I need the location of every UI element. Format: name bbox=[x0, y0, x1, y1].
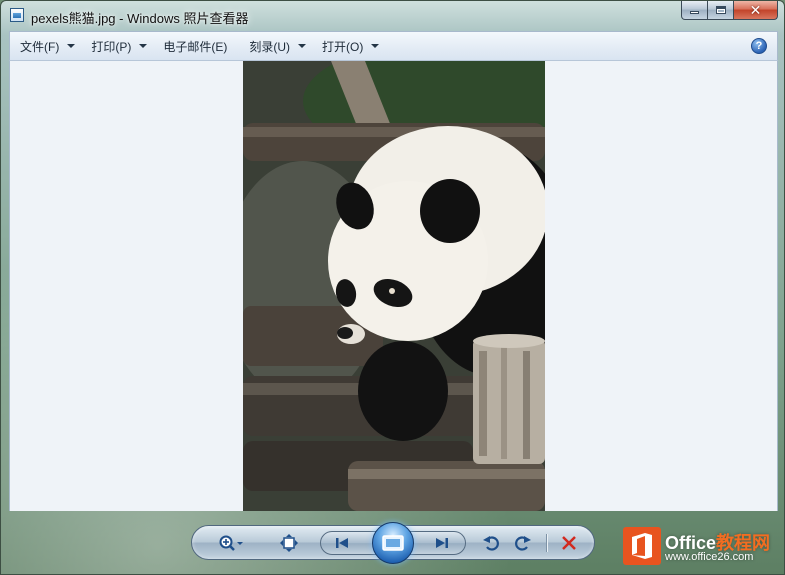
toolbar-divider bbox=[546, 534, 547, 552]
delete-icon bbox=[562, 536, 576, 550]
zoom-icon bbox=[219, 535, 243, 551]
office-logo-icon bbox=[623, 527, 661, 565]
minimize-icon bbox=[690, 11, 699, 14]
chevron-down-icon bbox=[67, 44, 76, 48]
watermark-brand-prefix: Office bbox=[665, 533, 717, 553]
rotate-counterclockwise-button[interactable] bbox=[478, 532, 504, 554]
previous-button[interactable] bbox=[329, 532, 355, 554]
chevron-down-icon bbox=[139, 44, 148, 48]
menu-burn-label: 刻录(U) bbox=[249, 39, 290, 54]
image-viewing-area bbox=[9, 61, 778, 511]
panda-photo bbox=[243, 61, 545, 511]
menu-burn[interactable]: 刻录(U) bbox=[239, 32, 312, 60]
maximize-button[interactable] bbox=[708, 1, 734, 20]
photo-viewer-icon bbox=[10, 8, 24, 22]
help-icon[interactable]: ? bbox=[751, 38, 767, 54]
menu-print-label: 打印(P) bbox=[91, 39, 132, 54]
rotate-clockwise-icon bbox=[515, 536, 531, 551]
menu-email-label: 电子邮件(E) bbox=[163, 39, 228, 54]
menu-file-label: 文件(F) bbox=[20, 39, 60, 54]
window-title: pexels熊猫.jpg - Windows 照片查看器 bbox=[31, 11, 249, 26]
previous-icon bbox=[336, 538, 348, 548]
minimize-button[interactable] bbox=[681, 1, 708, 20]
slideshow-icon bbox=[382, 535, 404, 551]
watermark-brand-suffix: 教程网 bbox=[716, 533, 771, 553]
next-icon bbox=[436, 538, 448, 548]
zoom-button[interactable] bbox=[218, 532, 244, 554]
office26-watermark: Office教程网 www.office26.com bbox=[623, 525, 783, 569]
menu-file[interactable]: 文件(F) bbox=[10, 32, 81, 60]
title-bar[interactable]: pexels熊猫.jpg - Windows 照片查看器 ✕ bbox=[1, 1, 784, 31]
close-button[interactable]: ✕ bbox=[734, 1, 778, 20]
command-bar: 文件(F) 打印(P) 电子邮件(E) 刻录(U) 打开(O) ? bbox=[9, 31, 778, 61]
chevron-down-icon bbox=[371, 44, 380, 48]
chevron-down-icon bbox=[298, 44, 306, 48]
watermark-url: www.office26.com bbox=[665, 551, 754, 563]
close-icon: ✕ bbox=[749, 2, 762, 18]
menu-print[interactable]: 打印(P) bbox=[81, 32, 153, 60]
viewer-control-bar bbox=[191, 522, 595, 564]
next-button[interactable] bbox=[429, 532, 455, 554]
menu-open-label: 打开(O) bbox=[322, 39, 364, 54]
caption-buttons: ✕ bbox=[681, 1, 778, 20]
photo-viewer-window: pexels熊猫.jpg - Windows 照片查看器 ✕ 文件(F) 打印(… bbox=[0, 0, 785, 575]
fit-to-window-icon bbox=[280, 534, 298, 552]
rotate-counterclockwise-icon bbox=[483, 536, 499, 551]
fit-to-window-button[interactable] bbox=[276, 532, 302, 554]
maximize-icon bbox=[715, 6, 726, 14]
delete-button[interactable] bbox=[556, 532, 582, 554]
menu-email[interactable]: 电子邮件(E) bbox=[153, 32, 239, 60]
rotate-clockwise-button[interactable] bbox=[510, 532, 536, 554]
slideshow-button[interactable] bbox=[372, 522, 414, 564]
menu-open[interactable]: 打开(O) bbox=[312, 32, 385, 60]
panda-photo-illustration bbox=[243, 61, 545, 511]
